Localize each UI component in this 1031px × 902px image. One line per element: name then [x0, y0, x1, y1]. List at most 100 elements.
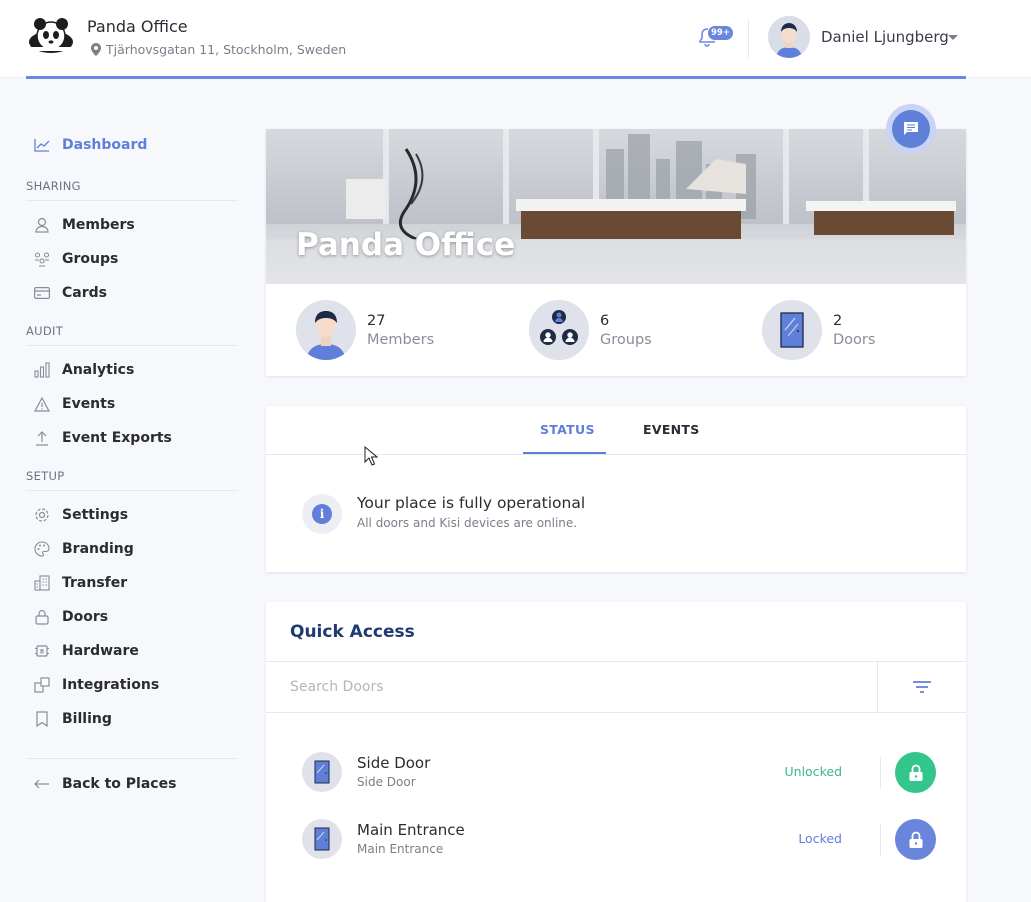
door-search-bar [266, 661, 966, 713]
lock-icon [34, 609, 50, 625]
door-state-unlocked: Unlocked [784, 764, 842, 779]
upload-icon [34, 430, 50, 446]
info-badge: i [302, 494, 342, 534]
members-count: 27 [367, 312, 386, 329]
members-avatar-icon [296, 300, 356, 360]
avatar[interactable] [768, 16, 810, 58]
sidebar-item-hardware[interactable]: 8 Hardware [26, 634, 238, 668]
sidebar-item-events[interactable]: Events [26, 387, 238, 421]
active-tab-indicator [523, 452, 606, 454]
door-row-side-door[interactable]: Side Door Side Door Unlocked [266, 742, 966, 802]
sidebar-item-label: Transfer [62, 575, 128, 591]
sidebar-item-groups[interactable]: Groups [26, 242, 238, 276]
sidebar-item-label: Analytics [62, 362, 135, 378]
back-to-places-label: Back to Places [62, 776, 177, 792]
lock-icon [909, 831, 922, 848]
sidebar-item-label: Members [62, 217, 135, 233]
sidebar-item-settings[interactable]: Settings [26, 498, 238, 532]
header-divider [748, 20, 749, 58]
groups-stat[interactable]: 6 Groups [529, 300, 652, 360]
location-pin-icon [91, 43, 101, 56]
bookmark-icon [34, 711, 50, 727]
sidebar-item-transfer[interactable]: Transfer [26, 566, 238, 600]
door-subtitle: Side Door [357, 775, 416, 789]
doors-stat[interactable]: 2 Doors [762, 300, 875, 360]
sidebar-divider [26, 758, 238, 759]
group-icon [529, 300, 589, 360]
arrow-left-icon [34, 776, 50, 792]
sidebar-item-doors[interactable]: Doors [26, 600, 238, 634]
sidebar-item-label: Cards [62, 285, 107, 301]
panda-logo [28, 18, 74, 53]
unlock-door-button[interactable] [895, 752, 936, 793]
palette-icon [34, 541, 50, 557]
filter-button[interactable] [877, 662, 966, 712]
sidebar-item-label: Integrations [62, 677, 160, 693]
sidebar-item-label: Event Exports [62, 430, 172, 446]
sidebar-item-dashboard[interactable]: Dashboard [26, 125, 238, 165]
sidebar-item-billing[interactable]: Billing [26, 702, 238, 736]
header-accent-bar [26, 76, 966, 79]
quick-access-card: Quick Access Side Door Side Door Unlocke… [266, 602, 966, 902]
place-name: Panda Office [87, 17, 188, 36]
doors-label: Doors [833, 331, 876, 348]
status-title: Your place is fully operational [357, 494, 586, 512]
back-to-places-link[interactable]: Back to Places [26, 767, 238, 801]
sidebar-item-analytics[interactable]: Analytics [26, 353, 238, 387]
tab-events[interactable]: EVENTS [643, 422, 700, 437]
sidebar-item-cards[interactable]: Cards [26, 276, 238, 310]
tab-status[interactable]: STATUS [540, 422, 595, 437]
search-doors-input[interactable] [266, 662, 877, 712]
user-avatar-icon [768, 16, 810, 58]
user-name[interactable]: Daniel Ljungberg [821, 28, 949, 46]
gear-icon [34, 507, 50, 523]
place-overview-card: Panda Office 27 Members 6 Groups 2 Doors [266, 129, 966, 376]
sidebar-item-integrations[interactable]: Integrations [26, 668, 238, 702]
warning-icon [34, 396, 50, 412]
section-heading-audit: AUDIT [26, 324, 238, 346]
chevron-down-icon[interactable] [948, 35, 958, 40]
door-subtitle: Main Entrance [357, 842, 444, 856]
bar-chart-icon [34, 362, 50, 378]
members-label: Members [367, 331, 435, 348]
sidebar-item-label: Doors [62, 609, 109, 625]
door-icon [302, 819, 342, 859]
notification-badge[interactable]: 99+ [707, 25, 734, 41]
chart-line-icon [34, 137, 50, 153]
sidebar-item-label: Groups [62, 251, 119, 267]
status-card: STATUS EVENTS i Your place is fully oper… [266, 406, 966, 572]
info-icon: i [312, 504, 332, 524]
integrations-icon [34, 677, 50, 693]
chat-icon [904, 122, 918, 135]
section-heading-sharing: SHARING [26, 179, 238, 201]
status-subtitle: All doors and Kisi devices are online. [357, 516, 578, 530]
door-icon [302, 752, 342, 792]
top-header: Panda Office Tjärhovsgatan 11, Stockholm… [0, 0, 1031, 78]
card-icon [34, 285, 50, 301]
members-stat[interactable]: 27 Members [296, 300, 434, 360]
doors-count: 2 [833, 312, 843, 329]
door-name: Main Entrance [357, 821, 465, 839]
door-row-main-entrance[interactable]: Main Entrance Main Entrance Locked [266, 809, 966, 869]
door-row-divider [880, 824, 881, 856]
office-cover-image: Panda Office [266, 129, 966, 284]
quick-access-title: Quick Access [290, 622, 415, 642]
sidebar-item-label: Billing [62, 711, 112, 727]
section-heading-setup: SETUP [26, 469, 238, 491]
mouse-cursor-icon [364, 446, 378, 466]
chat-button[interactable] [886, 104, 936, 154]
groups-count: 6 [600, 312, 610, 329]
hero-place-title: Panda Office [296, 227, 516, 263]
door-name: Side Door [357, 754, 431, 772]
sidebar-item-branding[interactable]: Branding [26, 532, 238, 566]
place-address: Tjärhovsgatan 11, Stockholm, Sweden [91, 42, 346, 57]
building-icon [34, 575, 50, 591]
door-state-locked: Locked [798, 831, 842, 846]
lock-open-icon [909, 764, 922, 781]
sidebar-item-members[interactable]: Members [26, 208, 238, 242]
unlock-door-button[interactable] [895, 819, 936, 860]
sidebar-item-event-exports[interactable]: Event Exports [26, 421, 238, 455]
chip-icon: 8 [34, 643, 50, 659]
sidebar-item-label: Events [62, 396, 116, 412]
filter-icon [913, 681, 931, 693]
